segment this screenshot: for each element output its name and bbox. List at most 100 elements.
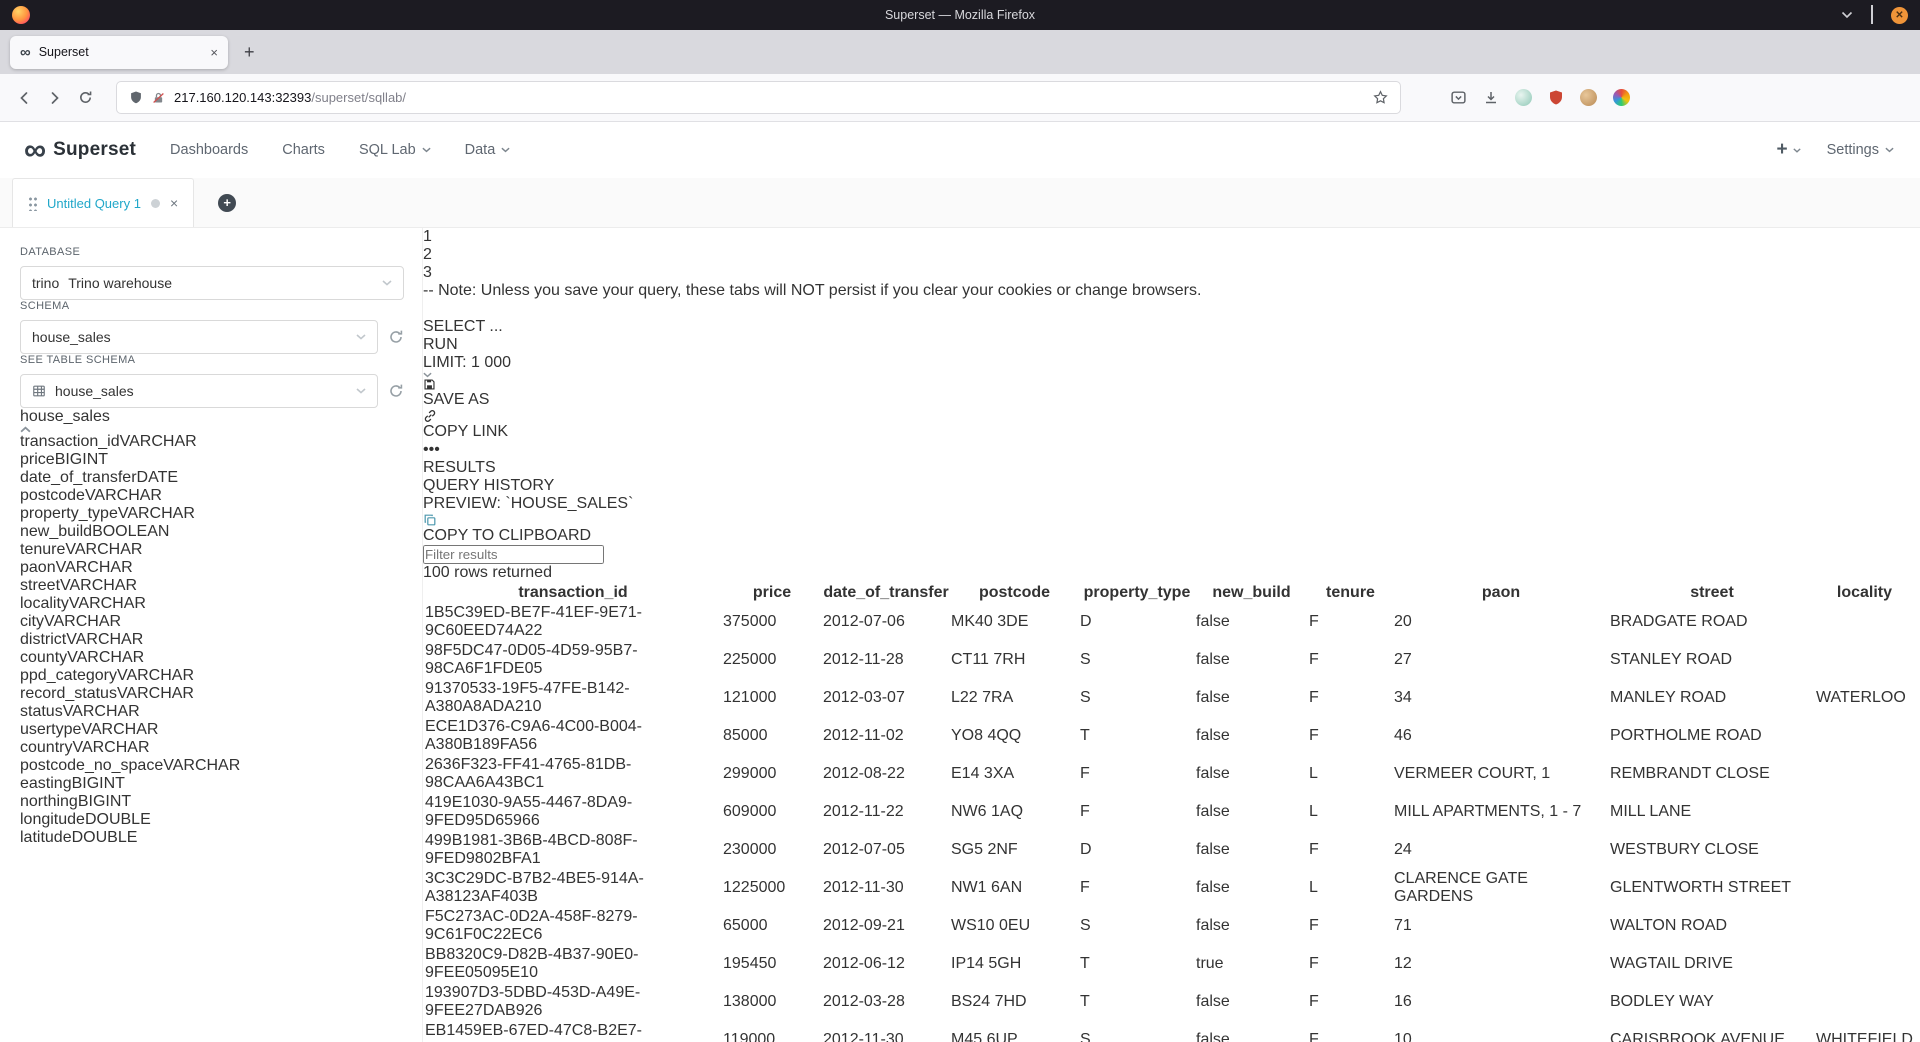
window-close-button[interactable]: ✕ [1891, 7, 1908, 24]
forward-button[interactable] [47, 90, 63, 106]
table-select[interactable]: house_sales [20, 374, 378, 408]
column-type: VARCHAR [66, 631, 143, 648]
results-cell: NW1 6AN [951, 870, 1078, 906]
results-cell: CARISBROOK AVENUE [1610, 1022, 1814, 1042]
results-cell: BRADGATE ROAD [1610, 604, 1814, 640]
adblock-shield-icon[interactable] [1548, 89, 1564, 106]
query-tabbar: Untitled Query 1 × + [0, 178, 1920, 228]
results-column-header[interactable]: new_build [1196, 584, 1307, 602]
settings-menu[interactable]: Settings [1827, 142, 1894, 158]
results-column-header[interactable]: price [723, 584, 821, 602]
table-row: 98F5DC47-0D05-4D59-95B7-98CA6F1FDE052250… [425, 642, 1913, 678]
tracking-protection-shield-icon[interactable] [129, 90, 143, 105]
table-row: F5C273AC-0D2A-458F-8279-9C61F0C22EC66500… [425, 908, 1913, 944]
results-cell: L [1309, 870, 1392, 906]
monkey-extension-icon[interactable] [1580, 89, 1597, 106]
results-cell: WALTON ROAD [1610, 908, 1814, 944]
sql-editor[interactable]: 123 -- Note: Unless you save your query,… [423, 228, 1915, 336]
results-cell: F [1309, 1022, 1392, 1042]
browser-tab-superset[interactable]: ∞ Superset × [10, 36, 228, 69]
tab-close-icon[interactable]: × [210, 45, 218, 60]
results-cell: MILL LANE [1610, 794, 1814, 830]
nav-dashboards[interactable]: Dashboards [170, 142, 248, 158]
sql-statement-line: SELECT ... [423, 318, 1915, 336]
window-title: Superset — Mozilla Firefox [0, 8, 1920, 22]
results-column-header[interactable]: date_of_transfer [823, 584, 949, 602]
results-cell: 24 [1394, 832, 1608, 868]
results-cell: MK40 3DE [951, 604, 1078, 640]
downloads-icon[interactable] [1483, 90, 1499, 106]
results-column-header[interactable]: transaction_id [425, 584, 721, 602]
query-tab-close-icon[interactable]: × [170, 195, 178, 211]
results-cell: 65000 [723, 908, 821, 944]
results-column-header[interactable]: street [1610, 584, 1814, 602]
nav-charts[interactable]: Charts [282, 142, 325, 158]
nav-data[interactable]: Data [465, 142, 511, 158]
results-cell: STANLEY ROAD [1610, 642, 1814, 678]
reload-button[interactable] [78, 90, 93, 105]
schema-column-row: priceBIGINT [20, 451, 404, 469]
filter-results-input[interactable] [423, 545, 604, 564]
limit-dropdown[interactable]: LIMIT: 1 000 [423, 354, 1915, 378]
run-query-button[interactable]: RUN [423, 336, 1915, 354]
schema-column-row: transaction_idVARCHAR [20, 433, 404, 451]
database-select[interactable]: trino Trino warehouse [20, 266, 404, 300]
column-type: VARCHAR [117, 667, 194, 684]
new-object-button[interactable]: + [1776, 139, 1800, 161]
pocket-save-icon[interactable] [1450, 89, 1467, 106]
results-cell: 2012-06-12 [823, 946, 949, 982]
results-column-header[interactable]: property_type [1080, 584, 1194, 602]
save-as-button[interactable]: SAVE AS [423, 378, 1915, 409]
menu-hamburger-icon[interactable] [1646, 83, 1652, 113]
column-type: VARCHAR [85, 487, 162, 504]
insecure-lock-icon[interactable] [152, 91, 165, 105]
window-minimize-button[interactable] [1841, 11, 1853, 19]
results-cell: 2012-08-22 [823, 756, 949, 792]
results-cell: PORTHOLME ROAD [1610, 718, 1814, 754]
refresh-schema-icon[interactable] [388, 329, 404, 345]
results-tab[interactable]: QUERY HISTORY [423, 477, 1915, 495]
results-tab[interactable]: RESULTS [423, 459, 1915, 477]
results-cell [1816, 984, 1913, 1020]
column-name: country [20, 739, 72, 756]
results-column-header[interactable]: tenure [1309, 584, 1392, 602]
url-bar[interactable]: 217.160.120.143:32393/superset/sqllab/ [116, 81, 1401, 114]
results-cell: 98F5DC47-0D05-4D59-95B7-98CA6F1FDE05 [425, 642, 721, 678]
schema-select[interactable]: house_sales [20, 320, 378, 354]
copy-link-button[interactable]: COPY LINK [423, 409, 1915, 441]
schema-column-row: tenureVARCHAR [20, 541, 404, 559]
add-query-tab-button[interactable]: + [218, 194, 236, 212]
collapse-table-icon[interactable] [20, 426, 404, 433]
results-column-header[interactable]: locality [1816, 584, 1913, 602]
drag-grip-icon[interactable] [28, 195, 37, 211]
results-column-header[interactable]: paon [1394, 584, 1608, 602]
query-tab-menu-icon[interactable] [151, 199, 160, 208]
table-row: 91370533-19F5-47FE-B142-A380A8ADA2101210… [425, 680, 1913, 716]
sql-text: ... [485, 318, 503, 335]
new-tab-button[interactable]: + [244, 42, 255, 63]
column-name: locality [20, 595, 69, 612]
results-cell: 46 [1394, 718, 1608, 754]
results-tab[interactable]: PREVIEW: `HOUSE_SALES` [423, 495, 1915, 513]
pinwheel-extension-icon[interactable] [1613, 89, 1630, 106]
url-text: 217.160.120.143:32393/superset/sqllab/ [174, 90, 406, 105]
back-button[interactable] [16, 90, 32, 106]
query-tab-active[interactable]: Untitled Query 1 × [12, 178, 194, 227]
results-cell: E14 3XA [951, 756, 1078, 792]
results-column-header[interactable]: postcode [951, 584, 1078, 602]
superset-brand[interactable]: ∞ Superset [16, 138, 144, 163]
schema-column-row: districtVARCHAR [20, 631, 404, 649]
bookmark-star-icon[interactable] [1373, 90, 1388, 105]
more-actions-button[interactable]: ••• [423, 441, 440, 458]
results-cell: M45 6UP [951, 1022, 1078, 1042]
refresh-table-icon[interactable] [388, 383, 404, 399]
nav-sql-lab[interactable]: SQL Lab [359, 142, 431, 158]
window-maximize-button[interactable] [1871, 6, 1873, 24]
results-cell: 2636F323-FF41-4765-81DB-98CAA6A43BC1 [425, 756, 721, 792]
column-type: VARCHAR [117, 685, 194, 702]
copy-to-clipboard-button[interactable]: COPY TO CLIPBOARD [423, 513, 1915, 545]
results-cell: ECE1D376-C9A6-4C00-B004-A380B189FA56 [425, 718, 721, 754]
column-name: date_of_transfer [20, 469, 137, 486]
column-type: VARCHAR [81, 721, 158, 738]
extension-icon-1[interactable] [1515, 89, 1532, 106]
